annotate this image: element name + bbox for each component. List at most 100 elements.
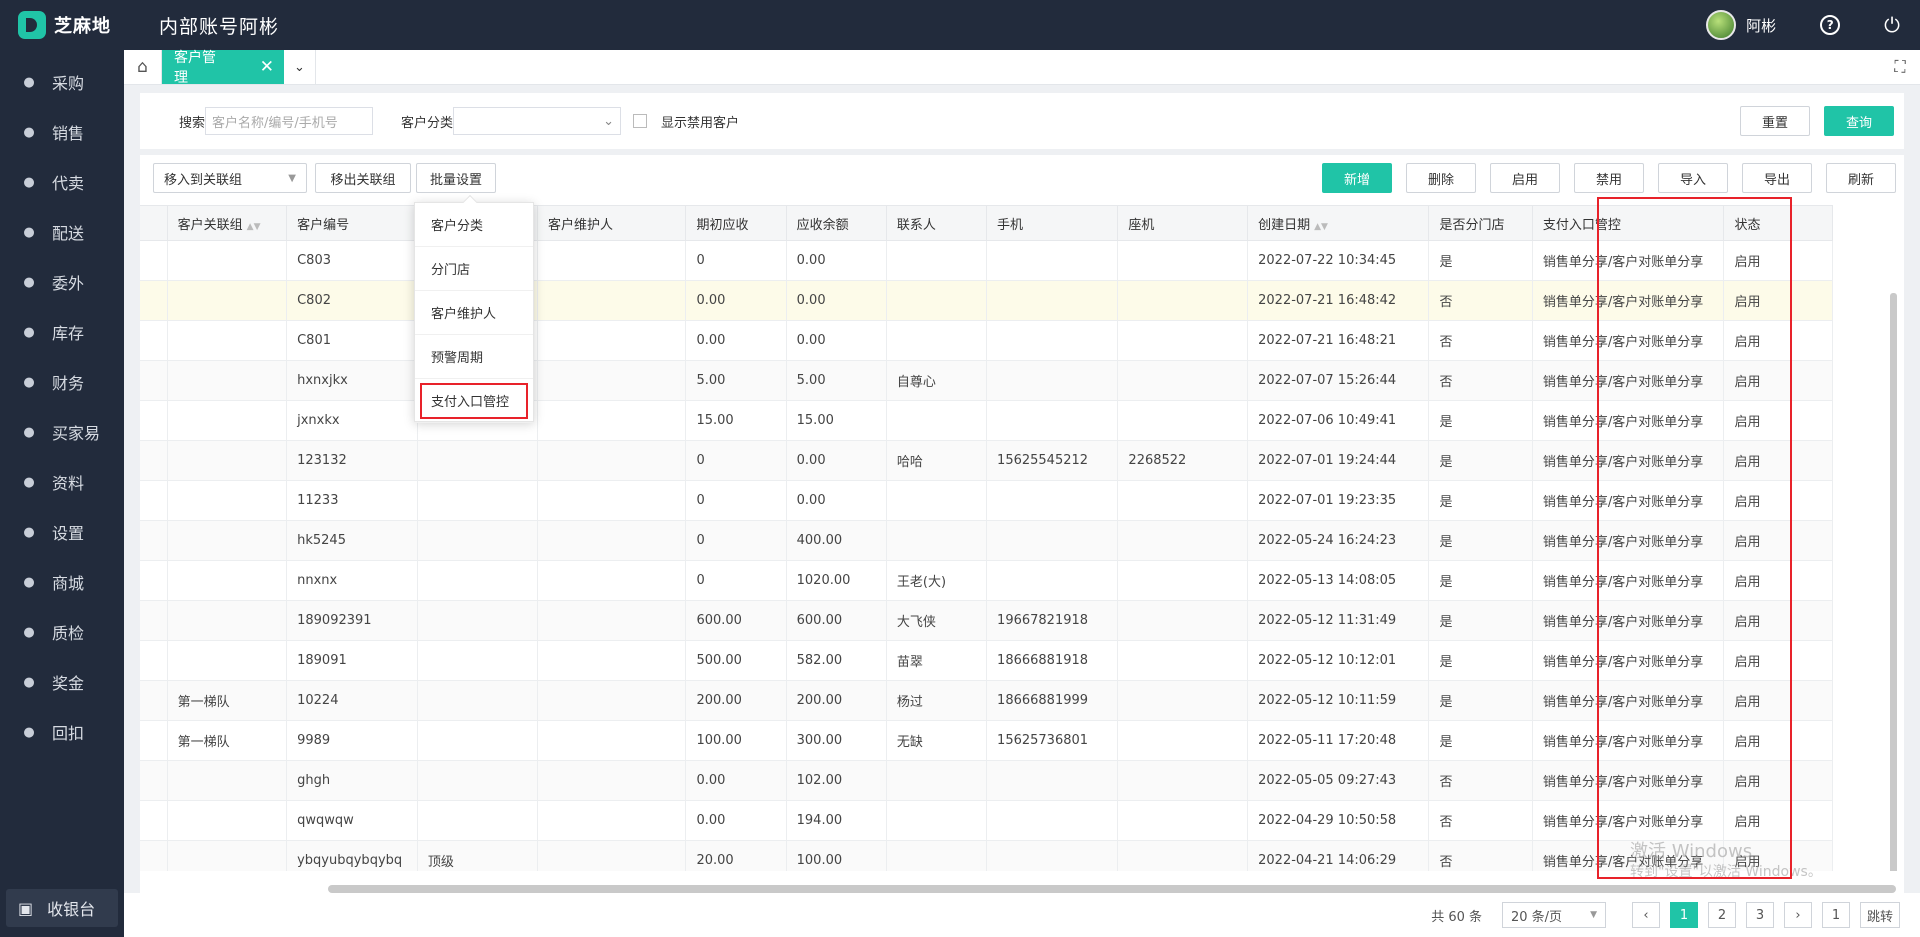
delete-button[interactable]: 删除 (1406, 163, 1476, 193)
home-icon[interactable]: ⌂ (124, 50, 162, 84)
cell-bal: 0.00 (785, 440, 887, 481)
table-row[interactable]: 01 C803 00.00 2022-07-22 10:34:45是销售单分享/客户对… (140, 240, 1833, 281)
batch-settings-button[interactable]: 批量设置 (416, 163, 496, 193)
table-header-cell[interactable]: 创建日期 ▲▼ (1247, 205, 1430, 241)
cell-tel (1117, 600, 1249, 641)
refresh-button[interactable]: 刷新 (1826, 163, 1896, 193)
move-to-group-select[interactable]: 移入到关联组 ▼ (153, 163, 307, 193)
sidebar-item-0[interactable]: ● 采购 (0, 57, 124, 107)
enable-button[interactable]: 启用 (1490, 163, 1560, 193)
table-row[interactable]: nnxnx 0 1020.00 王老(大) 2022-05-13 14:08:05 是销售… (140, 560, 1833, 601)
cell-group (166, 520, 288, 561)
page-1-button[interactable]: 1 (1670, 902, 1698, 928)
cell-c0 (140, 600, 168, 641)
horizontal-scrollbar[interactable] (328, 885, 1896, 893)
cell-pay: 销售单分享/客户对账单分享 (1531, 720, 1725, 761)
table-row[interactable]: 123132 0 0.00 哈哈 15625545212 2268522 2022-07-0… (140, 440, 1833, 481)
sidebar-item-4[interactable]: ● 委外 (0, 257, 124, 307)
table-row[interactable]: qwqwqw 0.00 194.00 2022-04-29 10:50:58 否销售单分… (140, 800, 1833, 841)
table-row[interactable]: 02 C802 0.000.00 2022-07-21 16:48:42否销售单分享/… (140, 280, 1833, 321)
sidebar-item-1[interactable]: ● 销售 (0, 107, 124, 157)
category-select[interactable]: ⌄ (453, 107, 622, 135)
dropdown-item-4[interactable]: 支付入口管控 (415, 379, 533, 423)
cell-pay: 销售单分享/客户对账单分享 (1531, 280, 1725, 321)
sort-icon[interactable]: ▲▼ (247, 222, 261, 232)
sidebar-item-7[interactable]: ● 买家易 (0, 407, 124, 457)
table-row[interactable]: 11233 0 0.00 2022-07-01 19:23:35 是销售单分享/客户对账… (140, 480, 1833, 521)
tab-label: 客户管理 (174, 50, 216, 86)
show-disabled-checkbox[interactable] (633, 114, 648, 128)
sidebar-item-5[interactable]: ● 库存 (0, 307, 124, 357)
help-icon[interactable]: ? (1820, 15, 1841, 35)
table-row[interactable]: ghgh 0.00 102.00 2022-05-05 09:27:43 否销售单分享/… (140, 760, 1833, 801)
sidebar-item-2[interactable]: ● 代卖 (0, 157, 124, 207)
tab-customer-management[interactable]: 客户管理 ✕ (162, 50, 284, 86)
sidebar-item-10[interactable]: ● 商城 (0, 557, 124, 607)
cell-init: 0 (685, 520, 787, 561)
cell-bal: 300.00 (785, 720, 887, 761)
header-label: 座机 (1128, 217, 1155, 233)
app-logo[interactable]: 芝麻地 (0, 0, 124, 50)
page-3-button[interactable]: 3 (1746, 902, 1774, 928)
move-out-group-button[interactable]: 移出关联组 (315, 163, 411, 193)
table-row[interactable]: hxnxjkx 5.00 5.00 自尊心 2022-07-07 15:26:44 否销售… (140, 360, 1833, 401)
dropdown-item-0[interactable]: 客户分类 (415, 203, 533, 247)
sidebar-item-6[interactable]: ● 财务 (0, 357, 124, 407)
vertical-scrollbar[interactable] (1890, 293, 1897, 871)
fullscreen-icon[interactable]: ⛶ (1880, 50, 1920, 84)
cell-phone (986, 280, 1119, 321)
next-page-button[interactable]: › (1784, 902, 1812, 928)
customer-table-container[interactable]: 客户关联组 ▲▼ 客户编号 客户分类 ▲▼ 客户维护人 期初应收 应收余额 联系人 手机 座机 创建日… (140, 205, 1897, 871)
jump-page-input[interactable]: 1 (1822, 902, 1850, 928)
sidebar-item-3[interactable]: ● 配送 (0, 207, 124, 257)
table-header-cell[interactable]: 客户关联组 ▲▼ (166, 205, 288, 241)
sidebar-item-8[interactable]: ● 资料 (0, 457, 124, 507)
table-row[interactable]: 第一梯队 10224 200.00 200.00 杨过 18666881999 2022-0… (140, 680, 1833, 721)
table-row[interactable]: ybqyubqybqybq 顶级 20.00 100.00 2022-04-21 14:… (140, 840, 1833, 871)
cashier-button[interactable]: ▣ 收银台 (6, 889, 118, 927)
cell-init: 0.00 (685, 760, 787, 801)
chevron-down-icon[interactable]: ⌄ (284, 50, 316, 84)
batch-settings-dropdown: 客户分类 分门店 客户维护人 预警周期 支付入口管控 (414, 194, 534, 423)
import-button[interactable]: 导入 (1658, 163, 1728, 193)
table-row[interactable]: 189091 500.00 582.00 苗翠 18666881918 2022-05-1… (140, 640, 1833, 681)
sidebar-item-13[interactable]: ● 回扣 (0, 707, 124, 757)
account-title: 内部账号阿彬 (159, 15, 280, 38)
table-row[interactable]: 装 jxnxkx 15.0015.00 2022-07-06 10:49:41是销售单… (140, 400, 1833, 441)
cell-pay: 销售单分享/客户对账单分享 (1531, 320, 1725, 361)
dropdown-item-3[interactable]: 预警周期 (415, 335, 533, 379)
dropdown-item-1[interactable]: 分门店 (415, 247, 533, 291)
cell-phone (986, 320, 1119, 361)
add-button[interactable]: 新增 (1322, 163, 1392, 193)
sidebar-item-11[interactable]: ● 质检 (0, 607, 124, 657)
cell-date: 2022-05-24 16:24:23 (1247, 520, 1430, 561)
reset-button[interactable]: 重置 (1740, 106, 1810, 136)
close-icon[interactable]: ✕ (260, 57, 274, 77)
power-icon[interactable]: ⏻ (1884, 13, 1900, 37)
page-size-select[interactable]: 20 条/页 ▼ (1502, 902, 1606, 928)
table-row[interactable]: 第一梯队 9989 100.00 300.00 无缺 15625736801 2022-05… (140, 720, 1833, 761)
cell-date: 2022-04-29 10:50:58 (1247, 800, 1430, 841)
username[interactable]: 阿彬 (1746, 15, 1776, 36)
sidebar-item-9[interactable]: ● 设置 (0, 507, 124, 557)
avatar[interactable] (1706, 10, 1737, 40)
dropdown-item-2[interactable]: 客户维护人 (415, 291, 533, 335)
table-row[interactable]: 01 C801 0.000.00 2022-07-21 16:48:21否销售单分享/… (140, 320, 1833, 361)
disable-button[interactable]: 禁用 (1574, 163, 1644, 193)
cell-c0: 02 (140, 280, 168, 321)
search-input[interactable]: 客户名称/编号/手机号 (205, 107, 374, 135)
export-button[interactable]: 导出 (1742, 163, 1812, 193)
table-row[interactable]: 189092391 600.00 600.00 大飞侠 19667821918 2022-… (140, 600, 1833, 641)
cell-status: 启用 (1723, 760, 1833, 801)
query-button[interactable]: 查询 (1824, 106, 1894, 136)
table-body: 01C80300.002022-07-22 10:34:45是销售单分享/客户对… (140, 240, 1833, 871)
prev-page-button[interactable]: ‹ (1632, 902, 1660, 928)
cell-group (166, 240, 288, 281)
jump-button[interactable]: 跳转 (1860, 902, 1900, 928)
sort-icon[interactable]: ▲▼ (1314, 222, 1328, 232)
cell-contact: 苗翠 (885, 640, 988, 681)
sidebar-item-12[interactable]: ● 奖金 (0, 657, 124, 707)
table-row[interactable]: 5 hk5245 0400.00 2022-05-24 16:24:23是销售单分享/… (140, 520, 1833, 561)
cart-icon: ● (23, 124, 35, 140)
page-2-button[interactable]: 2 (1708, 902, 1736, 928)
